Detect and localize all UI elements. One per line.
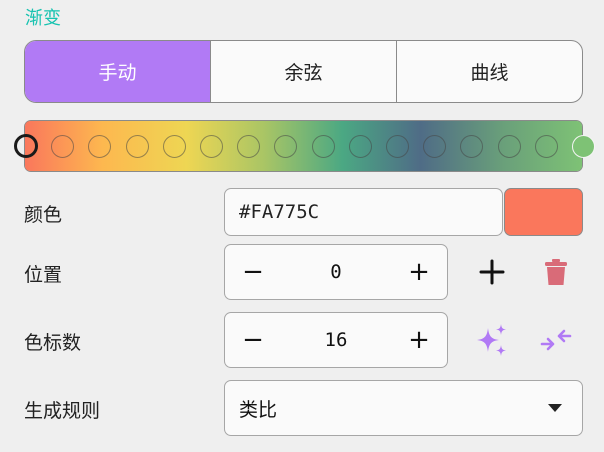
mode-cosine-button[interactable]: 余弦 — [211, 41, 397, 102]
compress-button[interactable] — [536, 320, 576, 360]
position-decrement-button[interactable]: − — [225, 245, 281, 299]
rule-label: 生成规则 — [24, 400, 101, 422]
color-swatch[interactable] — [504, 188, 583, 236]
position-increment-button[interactable]: + — [391, 245, 447, 299]
gradient-stop[interactable] — [311, 135, 335, 158]
mode-manual-button[interactable]: 手动 — [25, 41, 211, 102]
position-value: 0 — [330, 261, 342, 283]
rule-selected-value: 类比 — [239, 398, 278, 421]
gradient-stop[interactable] — [497, 135, 521, 158]
stop-count-value: 16 — [324, 329, 348, 351]
compress-arrows-icon — [540, 329, 572, 351]
gradient-stop[interactable] — [125, 135, 149, 158]
caret-down-icon — [548, 404, 562, 412]
color-label: 颜色 — [24, 204, 63, 226]
plus-icon — [479, 259, 505, 285]
add-stop-button[interactable] — [472, 252, 512, 292]
rule-select[interactable]: 类比 — [224, 380, 583, 436]
sparkle-icon — [477, 324, 506, 356]
hex-color-input[interactable]: #FA775C — [224, 188, 503, 236]
position-stepper: − 0 + — [224, 244, 448, 300]
trash-icon — [545, 259, 567, 285]
stop-count-decrement-button[interactable]: − — [225, 313, 281, 367]
gradient-stop[interactable] — [200, 135, 223, 158]
position-label: 位置 — [24, 264, 63, 286]
stop-count-stepper: − 16 + — [224, 312, 448, 368]
mode-curve-button[interactable]: 曲线 — [397, 41, 582, 102]
stop-count-increment-button[interactable]: + — [391, 313, 447, 367]
gradient-stop[interactable] — [534, 135, 558, 158]
gradient-stop[interactable] — [572, 135, 595, 158]
gradient-stop[interactable] — [386, 135, 409, 158]
stop-count-label: 色标数 — [24, 332, 82, 354]
mode-segmented-control: 手动 余弦 曲线 — [24, 40, 583, 103]
generate-button[interactable] — [472, 320, 512, 360]
gradient-stop[interactable] — [162, 135, 186, 158]
gradient-stop-selected[interactable] — [14, 134, 38, 158]
gradient-stop[interactable] — [348, 135, 372, 158]
section-title: 渐变 — [25, 8, 61, 29]
delete-stop-button[interactable] — [536, 252, 576, 292]
gradient-bar[interactable] — [14, 120, 595, 172]
